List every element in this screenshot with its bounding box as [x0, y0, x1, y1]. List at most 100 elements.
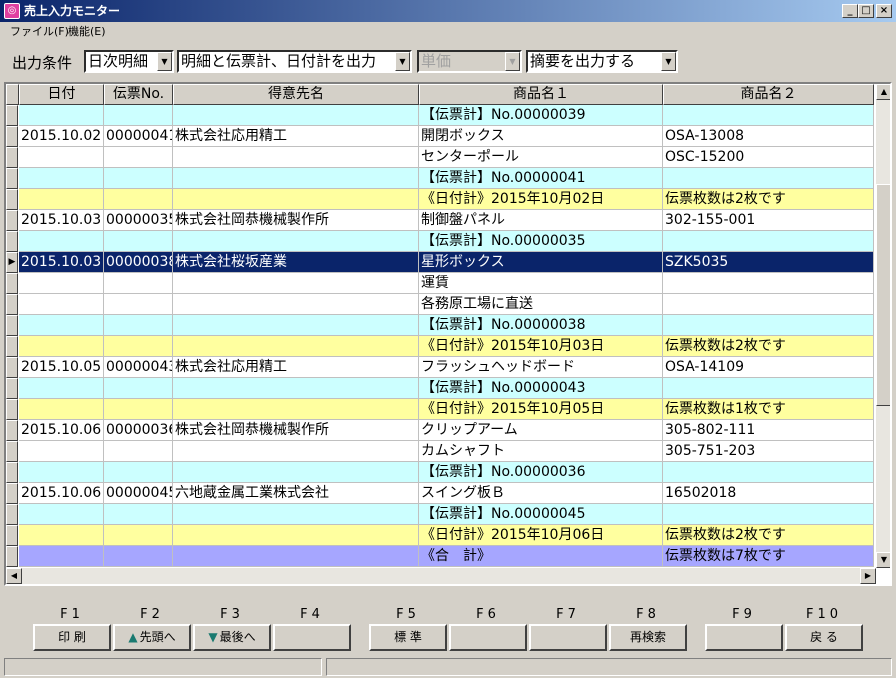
table-cell	[104, 168, 173, 189]
fkey-button-label: 先頭へ	[139, 630, 176, 644]
fkey-button-f6[interactable]	[449, 624, 527, 651]
table-row[interactable]: 【伝票計】No.00000043	[6, 378, 874, 399]
row-indicator[interactable]	[6, 147, 18, 168]
fkey-button-f8[interactable]: 再検索	[609, 624, 687, 651]
row-indicator[interactable]	[6, 525, 18, 546]
table-row[interactable]: 《日付計》2015年10月05日 伝票枚数は1枚です	[6, 399, 874, 420]
fkey-button-f4[interactable]	[273, 624, 351, 651]
fkey-button-f9[interactable]	[705, 624, 783, 651]
menu-function[interactable]: 機能(E)	[68, 25, 106, 39]
scroll-left-icon[interactable]: ◀	[6, 568, 22, 584]
table-row[interactable]: 2015.10.02 00000041 株式会社応用精工 開閉ボックス OSA-1300…	[6, 126, 874, 147]
fkey-label-f8: F8	[636, 607, 660, 622]
title-bar[interactable]: ◎ 売上入力モニター _ □ ×	[0, 0, 896, 22]
fkey-button-f2[interactable]: ▲ 先頭へ	[113, 624, 191, 651]
maximize-button[interactable]: □	[858, 4, 874, 18]
horizontal-scrollbar[interactable]: ◀ ▶	[6, 568, 876, 584]
table-cell: 【伝票計】No.00000035	[419, 231, 663, 252]
table-cell	[663, 462, 874, 483]
row-indicator[interactable]	[6, 546, 18, 567]
table-cell: 伝票枚数は2枚です	[663, 336, 874, 357]
table-row[interactable]: 【伝票計】No.00000035	[6, 231, 874, 252]
app-icon: ◎	[4, 3, 20, 19]
table-row[interactable]: 《日付計》2015年10月03日 伝票枚数は2枚です	[6, 336, 874, 357]
table-cell: OSC-15200	[663, 147, 874, 168]
table-cell	[104, 231, 173, 252]
table-row[interactable]: 《日付計》2015年10月06日 伝票枚数は2枚です	[6, 525, 874, 546]
chevron-down-icon[interactable]: ▼	[157, 52, 172, 71]
table-row[interactable]: 【伝票計】No.00000036	[6, 462, 874, 483]
table-cell: 【伝票計】No.00000036	[419, 462, 663, 483]
row-indicator[interactable]	[6, 294, 18, 315]
table-row[interactable]: ▶ 2015.10.03 00000038 株式会社桜坂産業 星形ボックス SZK5035	[6, 252, 874, 273]
fkey-button-f3[interactable]: ▼ 最後へ	[193, 624, 271, 651]
row-indicator[interactable]	[6, 168, 18, 189]
fkey-button-f1[interactable]: 印 刷	[33, 624, 111, 651]
fkey-button-f7[interactable]	[529, 624, 607, 651]
table-cell	[663, 294, 874, 315]
table-cell	[173, 336, 419, 357]
current-row-indicator-icon[interactable]: ▶	[6, 252, 18, 273]
row-indicator[interactable]	[6, 126, 18, 147]
table-row[interactable]: 《日付計》2015年10月02日 伝票枚数は2枚です	[6, 189, 874, 210]
row-indicator[interactable]	[6, 231, 18, 252]
table-cell	[19, 504, 104, 525]
row-indicator[interactable]	[6, 420, 18, 441]
header-product2[interactable]: 商品名２	[663, 84, 874, 105]
table-cell	[173, 525, 419, 546]
detail-type-value: 日次明細	[88, 52, 149, 70]
table-row[interactable]: 2015.10.05 00000043 株式会社応用精工 フラッシュヘッドボード OSA…	[6, 357, 874, 378]
table-row[interactable]: 運賃	[6, 273, 874, 294]
row-indicator[interactable]	[6, 483, 18, 504]
table-cell: センターポール	[419, 147, 663, 168]
table-row[interactable]: 《合 計》 伝票枚数は7枚です	[6, 546, 874, 567]
chevron-down-icon[interactable]: ▼	[661, 52, 676, 71]
table-row[interactable]: 各務原工場に直送	[6, 294, 874, 315]
row-indicator[interactable]	[6, 105, 18, 126]
memo-select[interactable]: 摘要を出力する ▼	[526, 50, 678, 73]
table-row[interactable]: 【伝票計】No.00000045	[6, 504, 874, 525]
header-slip-no[interactable]: 伝票No.	[104, 84, 173, 105]
row-indicator[interactable]	[6, 315, 18, 336]
row-indicator[interactable]	[6, 462, 18, 483]
row-indicator[interactable]	[6, 357, 18, 378]
scroll-right-icon[interactable]: ▶	[860, 568, 876, 584]
fkey-button-label: 印 刷	[58, 630, 86, 644]
table-row[interactable]: 【伝票計】No.00000039	[6, 105, 874, 126]
table-row[interactable]: 【伝票計】No.00000038	[6, 315, 874, 336]
scroll-up-icon[interactable]: ▲	[876, 84, 890, 100]
row-indicator[interactable]	[6, 273, 18, 294]
table-row[interactable]: センターポール OSC-15200	[6, 147, 874, 168]
table-row[interactable]: 【伝票計】No.00000041	[6, 168, 874, 189]
vertical-scrollbar[interactable]: ▲ ▼	[876, 84, 890, 568]
row-indicator[interactable]	[6, 189, 18, 210]
chevron-down-icon[interactable]: ▼	[395, 52, 410, 71]
fkey-button-f5[interactable]: 標 準	[369, 624, 447, 651]
header-date[interactable]: 日付	[19, 84, 104, 105]
detail-type-select[interactable]: 日次明細 ▼	[84, 50, 174, 73]
row-indicator[interactable]	[6, 378, 18, 399]
row-indicator[interactable]	[6, 210, 18, 231]
fkey-button-f10[interactable]: 戻 る	[785, 624, 863, 651]
table-cell: 00000043	[104, 357, 173, 378]
close-button[interactable]: ×	[876, 4, 892, 18]
table-row[interactable]: 2015.10.06 00000036 株式会社岡恭機械製作所 クリップアーム 305-…	[6, 420, 874, 441]
sales-grid[interactable]: 日付 伝票No. 得意先名 商品名１ 商品名２ 【伝票計】No.00000039…	[4, 82, 892, 586]
vertical-scroll-thumb[interactable]	[876, 184, 890, 406]
table-cell: 伝票枚数は1枚です	[663, 399, 874, 420]
output-mode-select[interactable]: 明細と伝票計、日付計を出力 ▼	[177, 50, 412, 73]
table-row[interactable]: 2015.10.06 00000045 六地蔵金属工業株式会社 スイング板Ｂ 16502…	[6, 483, 874, 504]
table-cell	[173, 546, 419, 567]
row-indicator[interactable]	[6, 336, 18, 357]
row-indicator[interactable]	[6, 441, 18, 462]
menu-file[interactable]: ファイル(F)	[10, 25, 69, 39]
header-product1[interactable]: 商品名１	[419, 84, 663, 105]
table-cell	[173, 105, 419, 126]
table-row[interactable]: カムシャフト 305-751-203	[6, 441, 874, 462]
table-row[interactable]: 2015.10.03 00000035 株式会社岡恭機械製作所 制御盤パネル 302-1…	[6, 210, 874, 231]
minimize-button[interactable]: _	[842, 4, 858, 18]
scroll-down-icon[interactable]: ▼	[876, 552, 890, 568]
row-indicator[interactable]	[6, 399, 18, 420]
header-customer[interactable]: 得意先名	[173, 84, 419, 105]
row-indicator[interactable]	[6, 504, 18, 525]
